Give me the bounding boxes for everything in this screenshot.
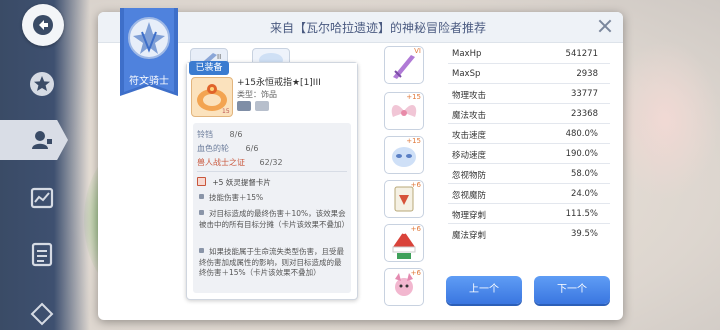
set-bonus-value: 6/6	[245, 144, 259, 153]
stat-label: MaxSp	[452, 69, 481, 79]
item-tooltip: 15 已装备 +15永恒戒指★[1]III 类型：饰品 铃铛 8/6 血色的轮 …	[186, 61, 358, 300]
stat-value: 541271	[565, 49, 598, 59]
effect-text: 技能伤害＋15%	[209, 193, 264, 202]
slot-thumb-mask[interactable]: +15	[384, 136, 424, 174]
slot-plus: +15	[406, 93, 421, 101]
card-slot-row: +5 妖灵提督卡片	[197, 177, 271, 188]
slot-thumb-wings[interactable]: +15	[384, 92, 424, 130]
stat-value: 24.0%	[570, 189, 598, 199]
slot-plus: +15	[406, 137, 421, 145]
slot-thumb-pet[interactable]: +6	[384, 268, 424, 306]
equipped-badge: 已装备	[189, 61, 229, 75]
slot-thumb-sword[interactable]: VI	[384, 46, 424, 84]
stat-value: 23368	[570, 109, 598, 119]
set-bonus-name: 兽人战士之证	[197, 158, 245, 167]
stat-label: 物理攻击	[452, 91, 487, 101]
character-nav[interactable]	[28, 126, 56, 154]
stat-label: 忽视魔防	[452, 191, 487, 201]
bullet-icon	[199, 210, 204, 215]
list-icon	[31, 242, 53, 267]
set-bonus-value: 62/32	[259, 158, 283, 167]
stat-label: 魔法穿刺	[452, 231, 487, 241]
stat-row: MaxHp 541271	[448, 44, 610, 64]
stat-value: 33777	[570, 89, 598, 99]
stat-value: 190.0%	[565, 149, 598, 159]
star-nav[interactable]	[28, 70, 56, 98]
close-icon[interactable]	[597, 18, 613, 34]
set-bonus-value: 8/6	[229, 130, 243, 139]
next-button[interactable]: 下一个	[534, 276, 610, 304]
card-slot-icon	[197, 177, 206, 186]
stats-table: MaxHp 541271 MaxSp 2938 物理攻击 33777 魔法攻击 2336…	[448, 44, 610, 243]
stat-row: 移动速度 190.0%	[448, 144, 610, 164]
ring-item-icon: 15	[191, 77, 233, 117]
set-bonus-row: 血色的轮 6/6	[197, 143, 258, 154]
set-bonus-name: 铃铛	[197, 130, 213, 139]
lock-icon[interactable]	[255, 101, 269, 111]
diamond-icon	[30, 302, 54, 326]
stat-label: 移动速度	[452, 151, 487, 161]
stat-row: 攻击速度 480.0%	[448, 124, 610, 144]
diamond-nav[interactable]	[28, 300, 56, 328]
chart-nav[interactable]	[28, 184, 56, 212]
set-bonus-row: 铃铛 8/6	[197, 129, 242, 140]
stat-row: 忽视物防 58.0%	[448, 164, 610, 184]
left-nav-rail	[0, 0, 90, 330]
item-detail-panel: 铃铛 8/6 血色的轮 6/6 兽人战士之证 62/32 +5 妖灵提督卡片 技…	[193, 123, 351, 293]
svg-text:II: II	[217, 53, 221, 61]
stat-value: 480.0%	[565, 129, 598, 139]
compare-icon[interactable]	[237, 101, 251, 111]
item-type: 类型：饰品	[237, 90, 277, 99]
effect-line-2: 对目标造成的最终伤害＋10%，该效果会被击中的所有目标分摊（卡片该效果不叠加）	[199, 209, 349, 230]
set-bonus-name: 血色的轮	[197, 144, 229, 153]
character-preview[interactable]	[360, 60, 378, 260]
item-header: 15 已装备 +15永恒戒指★[1]III 类型：饰品	[187, 61, 357, 121]
back-arrow-icon	[33, 15, 53, 35]
list-nav[interactable]	[28, 240, 56, 268]
svg-text:15: 15	[222, 108, 230, 115]
divider	[197, 171, 347, 172]
character-icon	[32, 131, 52, 149]
stat-value: 58.0%	[570, 169, 598, 179]
slot-plus: VI	[414, 47, 421, 55]
back-button[interactable]	[22, 4, 64, 46]
dialog-title: 来自【瓦尔哈拉遗迹】的神秘冒险者推荐	[269, 21, 486, 35]
slot-plus: +6	[410, 269, 421, 277]
stat-value: 39.5%	[570, 229, 598, 239]
stat-label: MaxHp	[452, 49, 482, 59]
slot-thumb-hat[interactable]: +6	[384, 224, 424, 262]
class-ribbon: 符文骑士	[120, 8, 178, 108]
bullet-icon	[199, 194, 204, 199]
stat-row: 物理攻击 33777	[448, 84, 610, 104]
class-label: 符文骑士	[129, 76, 169, 87]
stat-row: 魔法穿刺 39.5%	[448, 224, 610, 243]
effect-line-3: 如果技能属于生命流失类型伤害，且受最终伤害加成属性的影响，则对目标造成的最终伤害…	[199, 247, 347, 279]
stat-row: 忽视魔防 24.0%	[448, 184, 610, 204]
stat-row: MaxSp 2938	[448, 64, 610, 84]
slot-thumb-card[interactable]: +6	[384, 180, 424, 218]
slot-plus: +6	[410, 181, 421, 189]
effect-text: 如果技能属于生命流失类型伤害，且受最终伤害加成属性的影响，则对目标造成的最终伤害…	[199, 247, 344, 277]
stat-value: 2938	[576, 69, 598, 79]
stat-label: 忽视物防	[452, 171, 487, 181]
bullet-icon	[199, 248, 204, 253]
card-name: +5 妖灵提督卡片	[212, 178, 271, 187]
stat-value: 111.5%	[565, 209, 598, 219]
chart-icon	[30, 187, 54, 209]
prev-button[interactable]: 上一个	[446, 276, 522, 304]
stat-label: 攻击速度	[452, 131, 487, 141]
bg-decor-right	[610, 40, 720, 200]
stat-label: 物理穿刺	[452, 211, 487, 221]
effect-line-1: 技能伤害＋15%	[199, 193, 349, 204]
stat-row: 物理穿刺 111.5%	[448, 204, 610, 224]
star-icon	[30, 72, 54, 96]
class-emblem-icon	[120, 8, 178, 96]
effect-text: 对目标造成的最终伤害＋10%，该效果会被击中的所有目标分摊（卡片该效果不叠加）	[199, 209, 349, 229]
stat-label: 魔法攻击	[452, 111, 487, 121]
stat-row: 魔法攻击 23368	[448, 104, 610, 124]
set-bonus-row: 兽人战士之证 62/32	[197, 157, 283, 168]
item-name: +15永恒戒指★[1]III	[237, 78, 321, 88]
slot-plus: +6	[410, 225, 421, 233]
